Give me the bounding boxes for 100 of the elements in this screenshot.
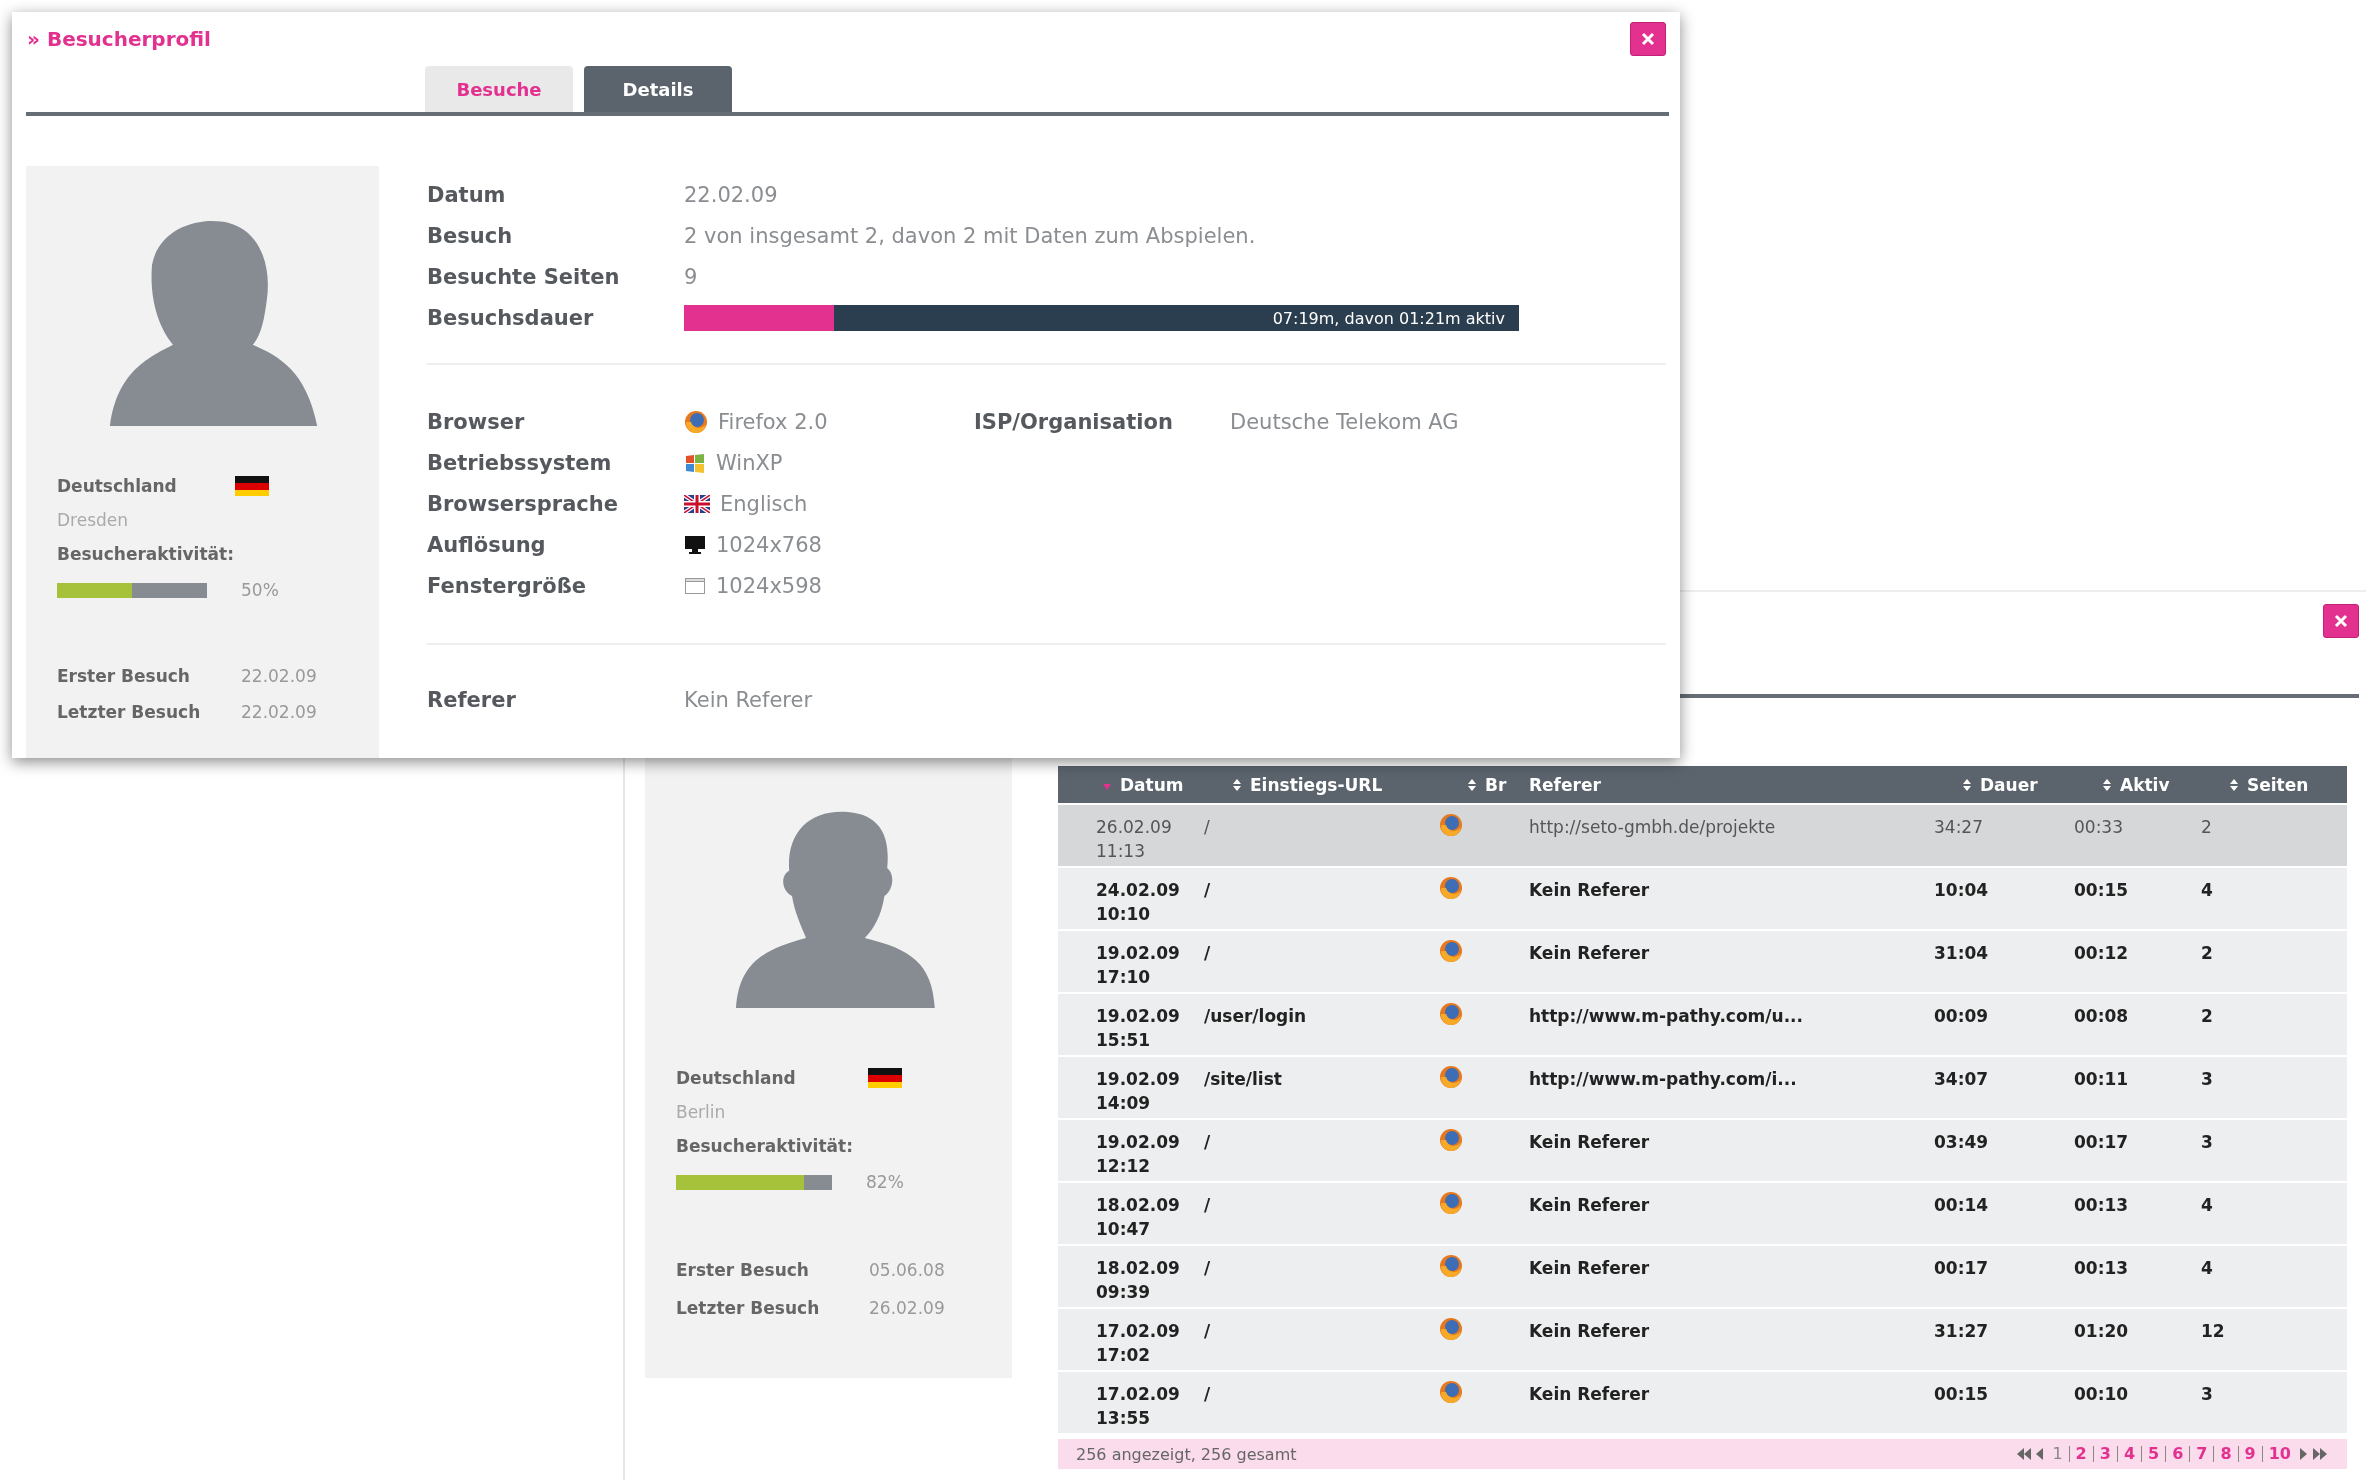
field-value: Firefox 2.0	[718, 410, 828, 434]
country-label: Deutschland	[57, 476, 177, 496]
table-cell-text: /	[1204, 816, 1211, 839]
page-link[interactable]: 9	[2237, 1446, 2262, 1462]
table-row[interactable]: 19.02.09 17:10 / Kein Referer 31:04 00:12 2	[1058, 931, 2347, 992]
table-row[interactable]: 19.02.09 15:51 /user/login http://www.m-pathy.com/u... 00:09 00:08 2	[1058, 994, 2347, 1055]
table-cell-text: 31:27	[1934, 1320, 1990, 1343]
table-cell-text: 17.02.09 13:55	[1095, 1383, 1181, 1430]
close-button[interactable]	[1630, 22, 1666, 56]
city-label: Dresden	[57, 510, 130, 530]
activity-label: Besucheraktivität:	[676, 1136, 854, 1156]
table-row[interactable]: 26.02.09 11:13 / http://seto-gmbh.de/projekte 34:27 00:33 2	[1058, 805, 2347, 866]
table-cell-text: 17.02.09 17:02	[1095, 1320, 1181, 1367]
visit-label: Letzter Besuch	[676, 1298, 821, 1318]
table-cell-text: Kein Referer	[1529, 1320, 1651, 1343]
visit-label: Letzter Besuch	[57, 702, 202, 722]
table-row[interactable]: 19.02.09 14:09 /site/list http://www.m-pathy.com/i... 34:07 00:11 3	[1058, 1057, 2347, 1118]
sort-icon	[2102, 777, 2112, 792]
close-icon	[2334, 614, 2348, 628]
column-header[interactable]: Referer	[1529, 774, 1934, 795]
page-link[interactable]: 7	[2189, 1446, 2214, 1462]
column-header[interactable]: Dauer	[1934, 774, 2074, 795]
field-value: Kein Referer	[684, 688, 813, 712]
column-header[interactable]: Seiten	[2201, 774, 2347, 795]
table-cell-text: http://www.m-pathy.com/i...	[1529, 1068, 1798, 1091]
tab[interactable]: Details	[584, 66, 732, 112]
table-cell-text: 26.02.09 11:13	[1095, 816, 1173, 863]
table-row[interactable]: 18.02.09 10:47 / Kein Referer 00:14 00:13 4	[1058, 1183, 2347, 1244]
table-cell-text: 00:10	[2074, 1383, 2130, 1406]
globe-icon	[1439, 1128, 1463, 1152]
page-link[interactable]: 5	[2141, 1446, 2166, 1462]
table-cell-text: 34:27	[1934, 816, 1984, 839]
city-label: Berlin	[676, 1102, 727, 1122]
globe-icon	[1439, 1254, 1463, 1278]
table-cell-text: 10:04	[1934, 879, 1990, 902]
table-cell-text: 2	[2201, 816, 2213, 839]
field-label: Datum	[427, 183, 507, 207]
field-label: Auflösung	[427, 533, 547, 557]
table-cell-text: 18.02.09 09:39	[1095, 1257, 1181, 1304]
field-label: Betriebssystem	[427, 451, 613, 475]
globe-icon	[684, 410, 708, 434]
duration-reading: 07:19m, davon 01:21m aktiv	[1272, 308, 1506, 328]
table-cell-text: 3	[2201, 1383, 2214, 1406]
table-cell-text: 4	[2201, 879, 2214, 902]
page-link[interactable]: 2	[2068, 1446, 2093, 1462]
last-page-button[interactable]	[2310, 1447, 2329, 1461]
column-header[interactable]: Einstiegs-URL	[1204, 774, 1439, 795]
table-cell-text: 00:17	[2074, 1131, 2130, 1154]
field-label: Referer	[427, 688, 517, 712]
page-link[interactable]: 6	[2165, 1446, 2190, 1462]
column-header[interactable]: Aktiv	[2074, 774, 2201, 795]
field-label: Besuchsdauer	[427, 306, 595, 330]
table-row[interactable]: 17.02.09 17:02 / Kein Referer 31:27 01:20 12	[1058, 1309, 2347, 1370]
field-label: Browsersprache	[427, 492, 619, 516]
result-count: 256 angezeigt, 256 gesamt	[1076, 1444, 1297, 1464]
flag-icon	[868, 1068, 902, 1088]
table-cell-text: 00:33	[2074, 816, 2124, 839]
table-cell-text: 03:49	[1934, 1131, 1990, 1154]
visit-date: 22.02.09	[241, 666, 318, 686]
table-cell-text: Kein Referer	[1529, 879, 1651, 902]
sort-icon	[1232, 777, 1242, 792]
field-label: Fenstergröße	[427, 574, 587, 598]
sort-icon	[2229, 777, 2239, 792]
field-value: 22.02.09	[684, 183, 778, 207]
tab[interactable]: Besuche	[425, 66, 573, 112]
table-cell-text: 4	[2201, 1194, 2214, 1217]
table-cell-text: 19.02.09 17:10	[1095, 942, 1181, 989]
close-button[interactable]	[2323, 604, 2359, 638]
left-arrow-icon	[2035, 1447, 2045, 1461]
window-icon	[684, 576, 706, 596]
page-link[interactable]: 3	[2092, 1446, 2117, 1462]
activity-reading: 82%	[866, 1172, 904, 1192]
column-header[interactable]: Br	[1439, 774, 1529, 795]
table-cell-text: /	[1204, 942, 1212, 965]
table-cell-text: /	[1204, 1194, 1212, 1217]
table-cell-text: 2	[2201, 942, 2214, 965]
table-cell-text: 31:04	[1934, 942, 1990, 965]
flag-icon	[235, 476, 269, 496]
table-cell-text: 00:08	[2074, 1005, 2130, 1028]
field-value: WinXP	[716, 451, 783, 475]
table-cell-text: 3	[2201, 1068, 2214, 1091]
globe-icon	[1439, 1317, 1463, 1341]
table-cell-text: 24.02.09 10:10	[1095, 879, 1181, 926]
table-cell-text: Kein Referer	[1529, 1194, 1651, 1217]
page-link[interactable]: 10	[2261, 1446, 2297, 1462]
table-row[interactable]: 24.02.09 10:10 / Kein Referer 10:04 00:15 4	[1058, 868, 2347, 929]
table-cell-text: 00:15	[2074, 879, 2130, 902]
table-cell-text: 00:09	[1934, 1005, 1990, 1028]
table-cell-text: 3	[2201, 1131, 2214, 1154]
table-cell-text: /	[1204, 1257, 1212, 1280]
table-row[interactable]: 19.02.09 12:12 / Kein Referer 03:49 00:17 3	[1058, 1120, 2347, 1181]
windows-logo-icon	[684, 452, 706, 474]
page-link[interactable]: 4	[2116, 1446, 2142, 1462]
column-header[interactable]: Datum	[1058, 774, 1204, 795]
table-row[interactable]: 17.02.09 13:55 / Kein Referer 00:15 00:10 3	[1058, 1372, 2347, 1433]
table-cell-text: Kein Referer	[1529, 1383, 1651, 1406]
page-link[interactable]: 8	[2213, 1446, 2238, 1462]
table-row[interactable]: 18.02.09 09:39 / Kein Referer 00:17 00:13 4	[1058, 1246, 2347, 1307]
table-cell-text: http://www.m-pathy.com/u...	[1529, 1005, 1804, 1028]
table-cell-text: /	[1204, 879, 1212, 902]
